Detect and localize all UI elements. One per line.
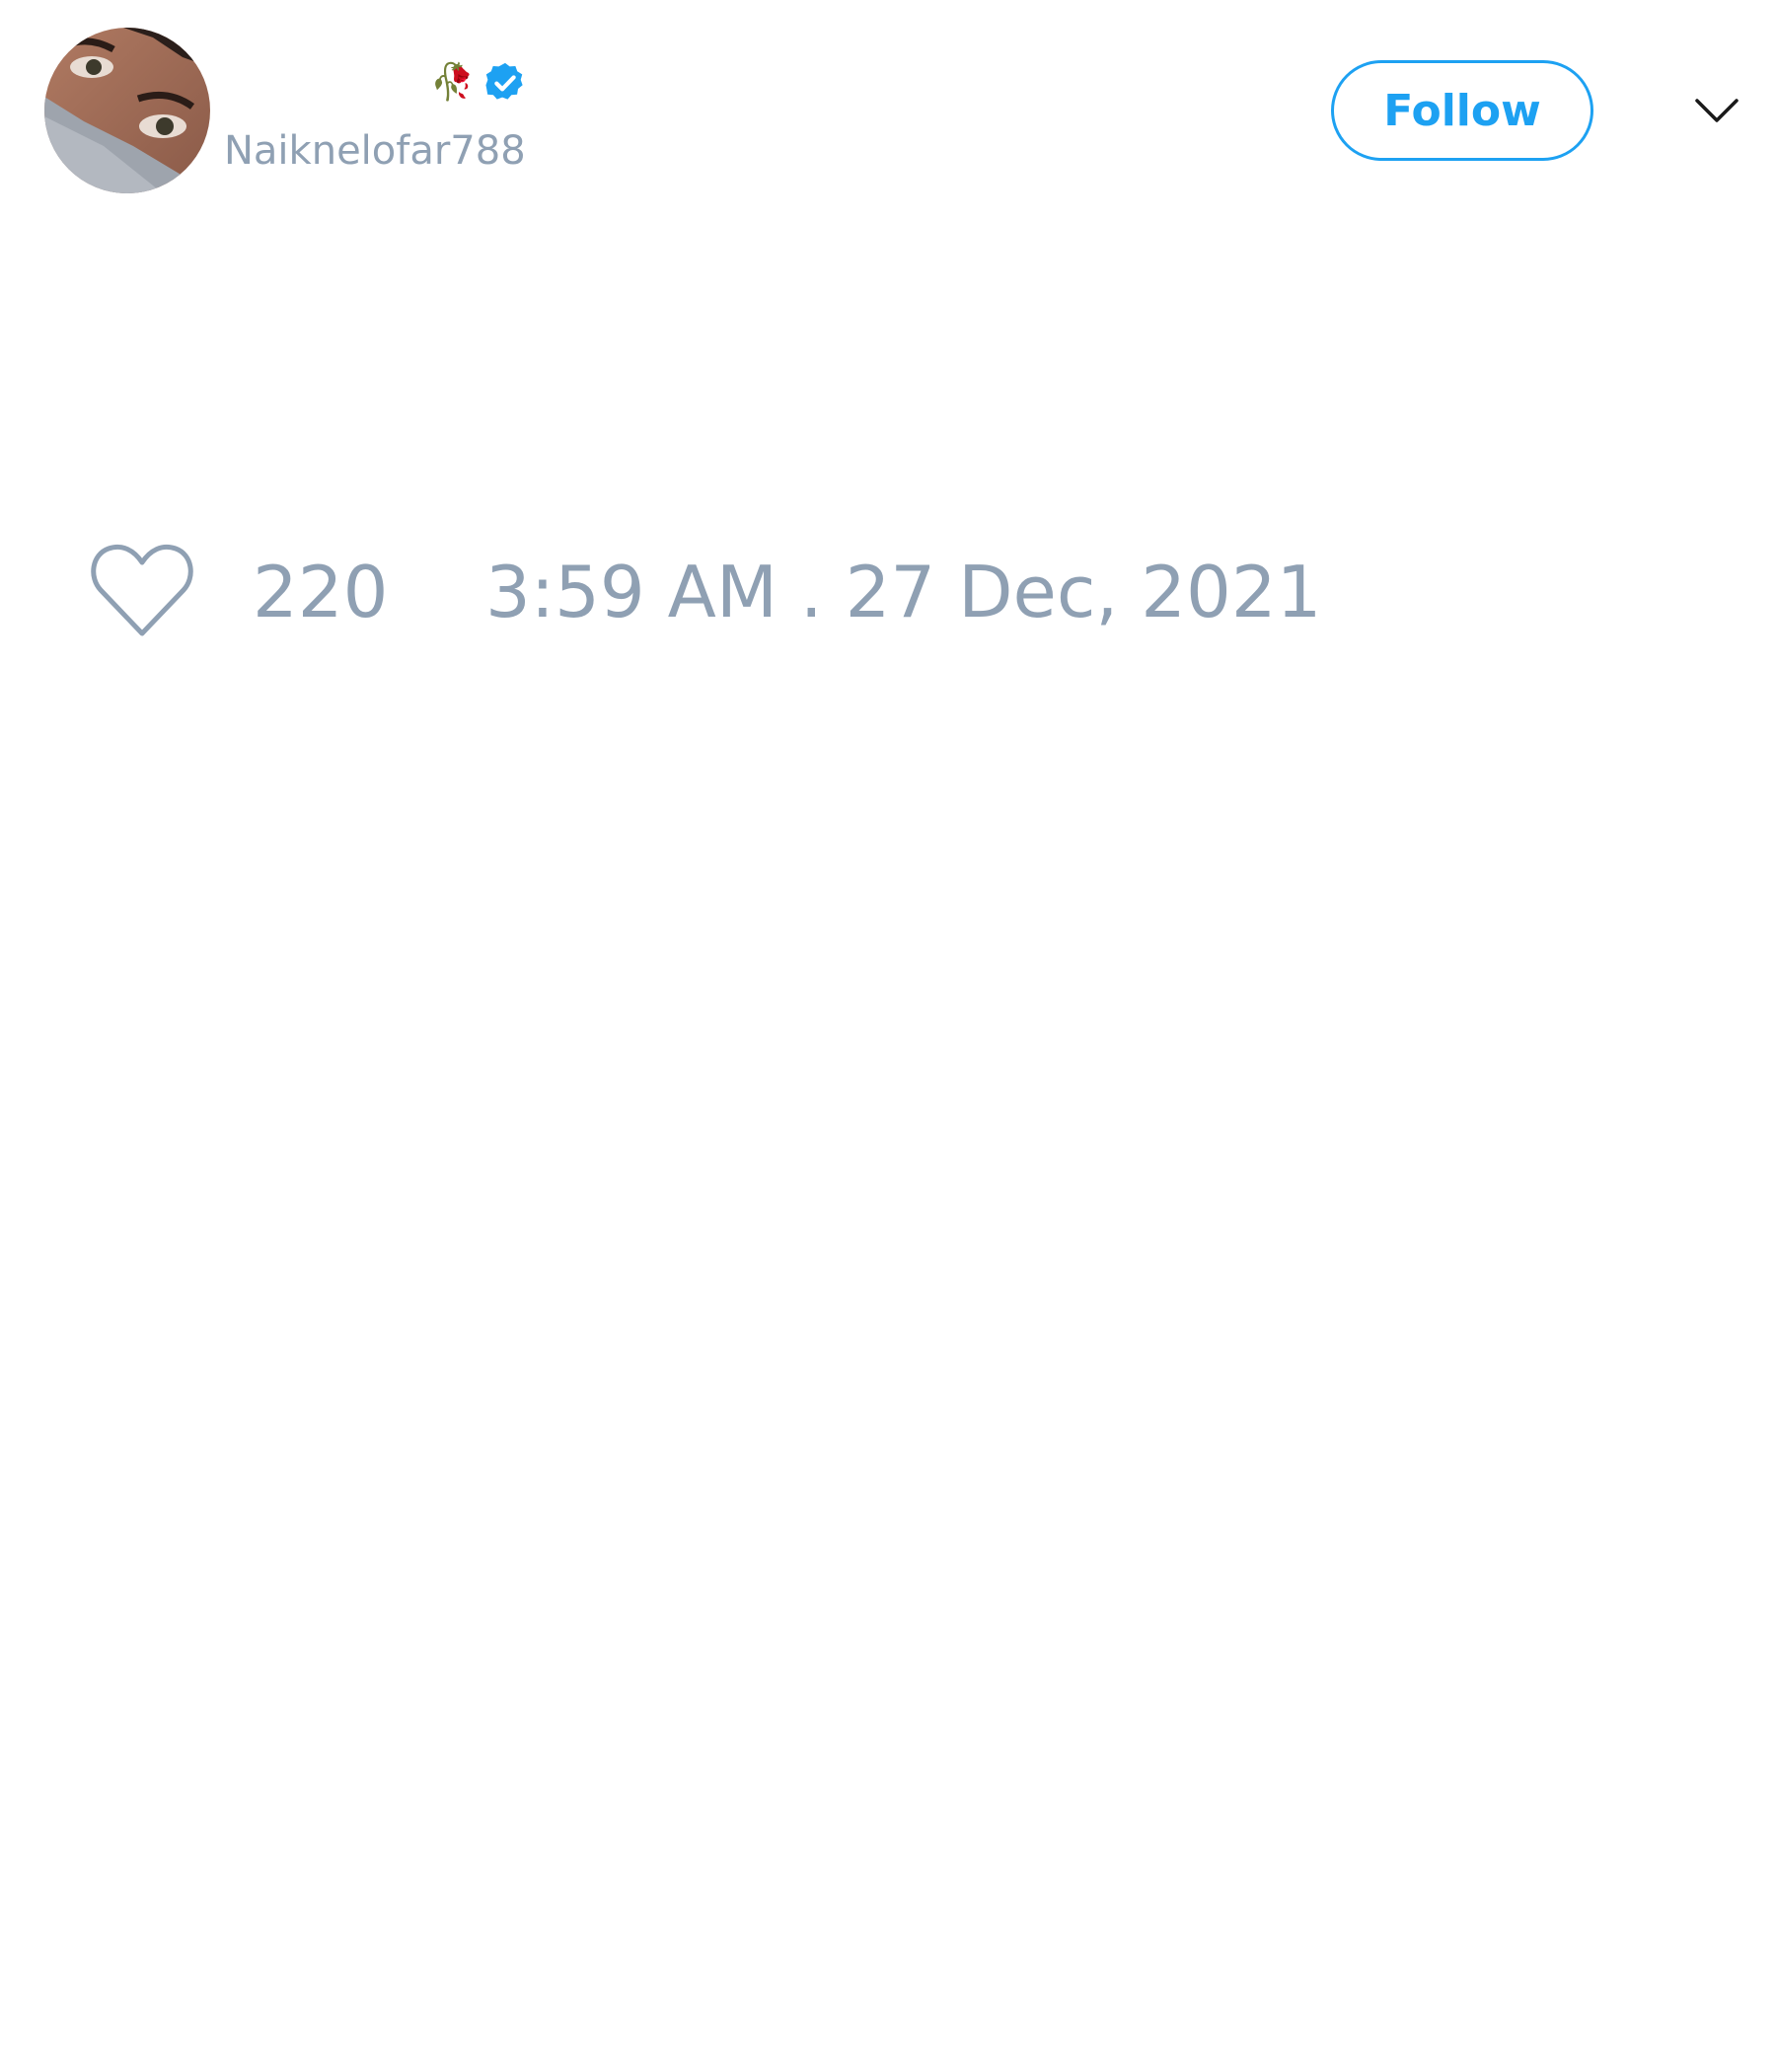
like-count: 220 [253, 551, 389, 633]
chevron-down-icon[interactable] [1693, 91, 1740, 130]
follow-button[interactable]: Follow [1331, 60, 1593, 161]
verified-badge-icon [482, 60, 528, 106]
tweet-card: 🥀 Naiknelofar788 Follow 220 3:59 AM . 27… [0, 0, 1776, 2072]
author-handle[interactable]: Naiknelofar788 [224, 126, 526, 176]
avatar[interactable] [44, 28, 210, 193]
author-name-row[interactable]: 🥀 [430, 57, 528, 109]
tweet-timestamp[interactable]: 3:59 AM . 27 Dec, 2021 [485, 553, 1321, 631]
heart-icon[interactable] [89, 541, 195, 639]
profile-photo-icon [44, 28, 210, 193]
author-display-name[interactable]: 🥀 [430, 63, 475, 103]
